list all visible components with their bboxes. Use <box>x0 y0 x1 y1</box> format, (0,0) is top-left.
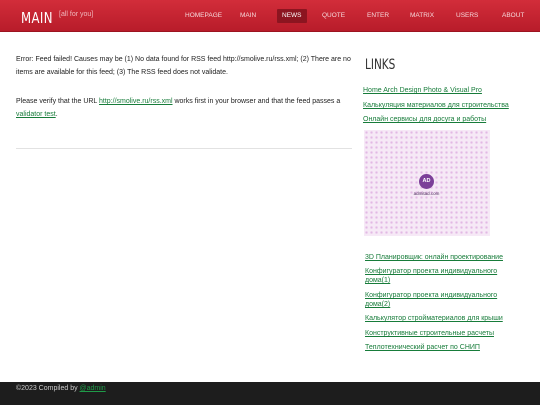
content-divider <box>16 148 352 149</box>
nav-news[interactable]: NEWS <box>277 9 307 23</box>
feed-error-message: Error: Feed failed! Causes may be (1) No… <box>16 56 351 76</box>
verify-suffix: . <box>55 110 58 118</box>
nav-about[interactable]: ABOUT <box>497 9 529 23</box>
verify-prefix: Please verify that the URL <box>16 98 100 105</box>
sidebar-link-home-arch-design[interactable]: Home Arch Design Photo & Visual Pro <box>363 86 482 95</box>
footer-copyright: ©2023 Compiled by @admin <box>16 385 106 392</box>
sidebar-link-structural-calculations[interactable]: Конструктивные строительные расчеты <box>365 329 515 338</box>
sidebar-link-house-configurator-1[interactable]: Конфигуратор проекта индивидуального дом… <box>365 267 515 285</box>
validator-test-link[interactable]: validator test <box>16 111 56 118</box>
sidebar-link-roof-calculator[interactable]: Калькулятор стройматериалов для крыши <box>365 314 515 323</box>
nav-homepage[interactable]: HOMEPAGE <box>180 9 227 23</box>
verify-middle: works first in your browser and that the… <box>172 98 341 105</box>
admitad-logo-icon: AD <box>419 174 434 189</box>
sidebar-link-house-configurator-2[interactable]: Конфигуратор проекта индивидуального дом… <box>365 291 515 309</box>
main-nav: HOMEPAGE MAIN NEWS QUOTE ENTER MATRIX US… <box>0 0 540 32</box>
footer-copyright-text: ©2023 Compiled by <box>16 385 80 392</box>
nav-quote[interactable]: QUOTE <box>317 9 350 23</box>
feed-url-link[interactable]: http://smolive.ru/rss.xml <box>99 98 173 105</box>
nav-users[interactable]: USERS <box>451 9 483 23</box>
sidebar-title: LINKS <box>365 57 396 73</box>
sidebar-link-materials-calculation[interactable]: Калькуляция материалов для строительства <box>363 101 509 110</box>
sidebar-link-online-services[interactable]: Онлайн сервисы для досуга и работы <box>363 115 486 124</box>
sidebar-link-thermal-calculation[interactable]: Теплотехнический расчет по СНИП <box>365 343 515 352</box>
admitad-caption: admitad.com <box>413 191 440 196</box>
nav-matrix[interactable]: MATRIX <box>405 9 439 23</box>
sidebar-link-3d-planner[interactable]: 3D Планировщик: онлайн проектирование <box>365 253 515 262</box>
footer-author-link[interactable]: @admin <box>80 385 106 392</box>
nav-main[interactable]: MAIN <box>235 9 261 23</box>
nav-enter[interactable]: ENTER <box>362 9 394 23</box>
feed-verify-message: Please verify that the URL http://smoliv… <box>16 96 352 121</box>
